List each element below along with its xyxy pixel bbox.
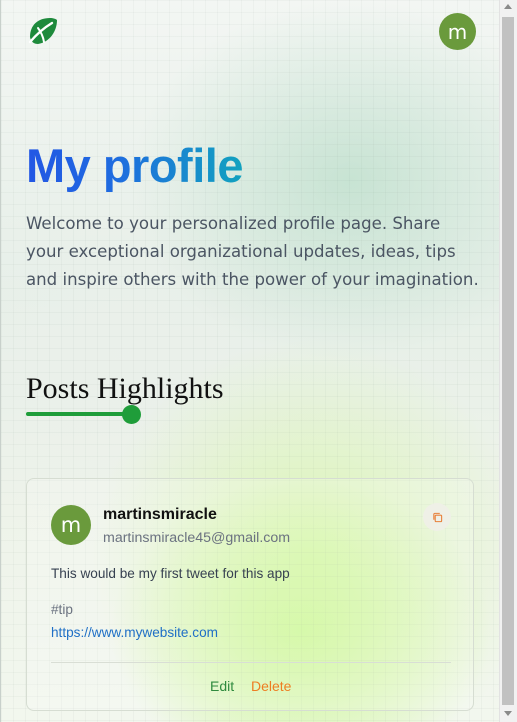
avatar-initial: m (447, 19, 468, 44)
section-title: Posts Highlights (26, 372, 224, 405)
vertical-scrollbar[interactable] (499, 0, 517, 722)
section-underline-dot (122, 405, 141, 424)
scroll-thumb[interactable] (502, 17, 514, 705)
scroll-up-arrow-icon[interactable] (504, 4, 512, 9)
post-divider (51, 662, 451, 663)
scroll-down-arrow-icon[interactable] (504, 711, 512, 716)
post-link[interactable]: https://www.mywebsite.com (51, 625, 218, 640)
leaf-logo-icon[interactable] (26, 15, 58, 47)
user-avatar[interactable]: m (439, 13, 476, 50)
delete-button[interactable]: Delete (251, 678, 291, 694)
section-underline (26, 412, 130, 416)
copy-button[interactable] (423, 503, 451, 531)
post-username[interactable]: martinsmiracle (103, 506, 217, 524)
post-text: This would be my first tweet for this ap… (51, 566, 290, 581)
page-viewport: m My profile Welcome to your personalize… (0, 0, 499, 722)
post-author-avatar[interactable]: m (51, 505, 91, 545)
copy-icon (432, 512, 442, 522)
post-card: m martinsmiracle martinsmiracle45@gmail.… (26, 478, 474, 711)
page-title: My profile (26, 139, 243, 192)
edit-button[interactable]: Edit (210, 678, 234, 694)
page-description: Welcome to your personalized profile pag… (26, 214, 479, 289)
post-tag[interactable]: #tip (51, 602, 73, 617)
post-email: martinsmiracle45@gmail.com (103, 530, 291, 546)
post-avatar-initial: m (60, 513, 82, 537)
